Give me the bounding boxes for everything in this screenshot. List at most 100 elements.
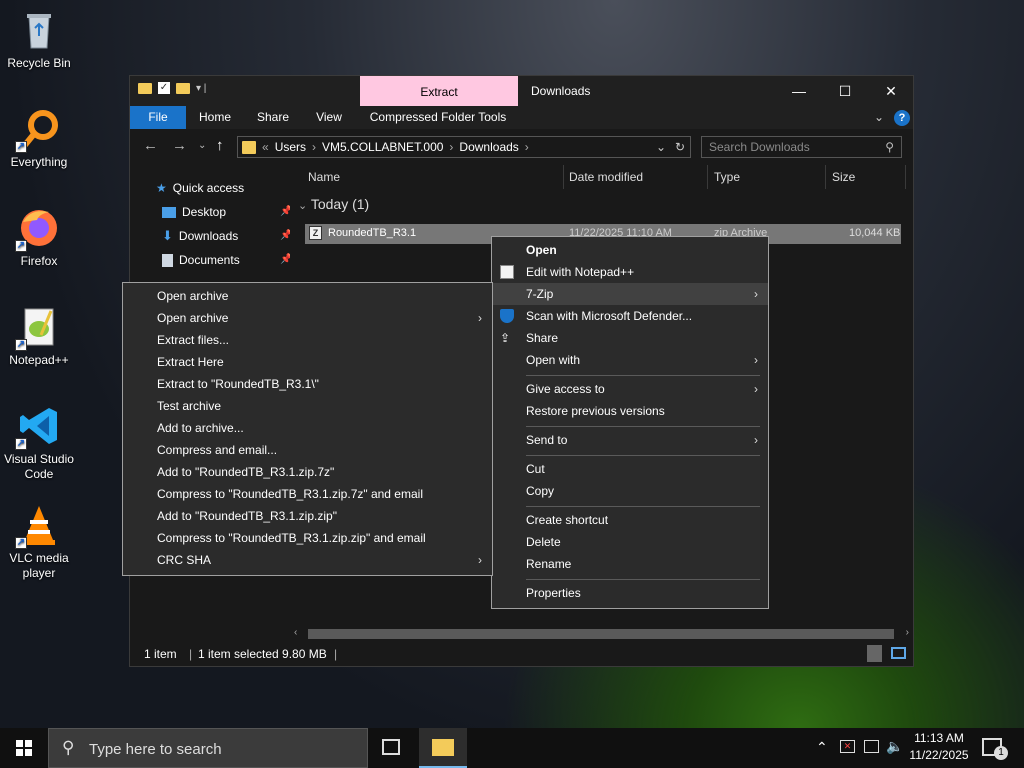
submenu-item-test-archive[interactable]: Test archive xyxy=(123,395,492,417)
breadcrumb-downloads[interactable]: Downloads xyxy=(459,140,518,154)
menu-item-7zip[interactable]: 7-Zip › xyxy=(492,283,768,305)
submenu-item-add-to-7z[interactable]: Add to "RoundedTB_R3.1.zip.7z" xyxy=(123,461,492,483)
menu-item-properties[interactable]: Properties xyxy=(492,582,768,604)
breadcrumb-separator-icon[interactable]: › xyxy=(449,140,453,154)
scroll-right-icon[interactable]: › xyxy=(906,627,909,638)
help-icon[interactable]: ? xyxy=(894,110,910,126)
expand-ribbon-chevron-icon[interactable]: ⌄ xyxy=(874,110,884,124)
menu-item-scan-defender[interactable]: Scan with Microsoft Defender... xyxy=(492,305,768,327)
nav-quick-access[interactable]: ★ Quick access xyxy=(156,178,244,198)
shortcut-arrow-icon: ↗ xyxy=(15,339,27,351)
network-icon[interactable] xyxy=(864,740,879,753)
new-folder-icon[interactable] xyxy=(176,82,190,94)
tab-share[interactable]: Share xyxy=(250,106,296,129)
submenu-item-add-to-archive[interactable]: Add to archive... xyxy=(123,417,492,439)
submenu-arrow-icon: › xyxy=(754,382,758,396)
menu-item-give-access[interactable]: Give access to › xyxy=(492,378,768,400)
menu-item-create-shortcut[interactable]: Create shortcut xyxy=(492,509,768,531)
breadcrumb-users[interactable]: Users xyxy=(275,140,306,154)
scrollbar-thumb[interactable] xyxy=(308,629,894,639)
column-type[interactable]: Type xyxy=(708,165,826,189)
refresh-icon[interactable]: ↻ xyxy=(675,140,685,154)
nav-downloads[interactable]: ⬇ Downloads 📌 xyxy=(162,226,292,246)
recent-locations-chevron-icon[interactable]: ⌄ xyxy=(198,140,206,151)
menu-item-cut[interactable]: Cut xyxy=(492,458,768,480)
vlc-icon: ↗ xyxy=(15,503,61,549)
desktop-icon-vscode[interactable]: ↗ Visual Studio Code xyxy=(0,404,78,482)
forward-arrow-icon[interactable]: → xyxy=(172,137,187,154)
taskbar-search-box[interactable]: ⚲ Type here to search xyxy=(48,728,368,768)
submenu-item-compress-zip-email[interactable]: Compress to "RoundedTB_R3.1.zip.zip" and… xyxy=(123,527,492,549)
desktop-icon-recycle-bin[interactable]: Recycle Bin xyxy=(0,8,78,71)
menu-item-label: Share xyxy=(526,331,559,345)
breadcrumb-separator-icon[interactable]: › xyxy=(525,140,529,154)
menu-item-edit-notepadpp[interactable]: Edit with Notepad++ xyxy=(492,261,768,283)
horizontal-scrollbar[interactable]: ‹ › xyxy=(290,627,913,641)
volume-muted-icon[interactable]: 🔈 xyxy=(886,738,903,755)
group-header-today[interactable]: ⌄ Today (1) xyxy=(298,196,369,212)
notifications-button[interactable]: 1 xyxy=(982,738,1008,760)
menu-item-send-to[interactable]: Send to › xyxy=(492,429,768,451)
desktop-icon-everything[interactable]: ↗ Everything xyxy=(0,107,78,170)
submenu-item-open-archive[interactable]: Open archive xyxy=(123,285,492,307)
submenu-item-compress-email[interactable]: Compress and email... xyxy=(123,439,492,461)
menu-item-label: Send to xyxy=(526,433,568,447)
qat-dropdown-icon[interactable]: ▾ | xyxy=(196,83,206,94)
close-icon[interactable]: ✕ xyxy=(868,76,914,106)
desktop-icon-vlc[interactable]: ↗ VLC media player xyxy=(0,503,78,581)
folder-icon[interactable] xyxy=(138,82,152,94)
submenu-item-open-archive-submenu[interactable]: Open archive › xyxy=(123,307,492,329)
menu-item-delete[interactable]: Delete xyxy=(492,531,768,553)
menu-item-restore-versions[interactable]: Restore previous versions xyxy=(492,400,768,422)
minimize-icon[interactable]: — xyxy=(776,76,822,106)
nav-desktop[interactable]: Desktop 📌 xyxy=(162,202,292,222)
nav-documents[interactable]: Documents 📌 xyxy=(162,250,292,270)
tab-home[interactable]: Home xyxy=(192,106,238,129)
breadcrumb-vm5[interactable]: VM5.COLLABNET.000 xyxy=(322,140,443,154)
submenu-item-extract-to-folder[interactable]: Extract to "RoundedTB_R3.1\" xyxy=(123,373,492,395)
title-bar[interactable]: ✓ ▾ | Extract Downloads — ☐ ✕ xyxy=(130,76,913,106)
show-hidden-icons-chevron-icon[interactable]: ⌃ xyxy=(816,739,828,756)
address-overflow[interactable]: « xyxy=(262,140,269,154)
desktop-icon-firefox[interactable]: ↗ Firefox xyxy=(0,206,78,269)
start-button[interactable] xyxy=(0,728,48,768)
menu-item-label: Extract to "RoundedTB_R3.1\" xyxy=(157,377,319,391)
collapse-chevron-icon[interactable]: ⌄ xyxy=(298,200,307,212)
submenu-item-add-to-zip[interactable]: Add to "RoundedTB_R3.1.zip.zip" xyxy=(123,505,492,527)
back-arrow-icon[interactable]: ← xyxy=(143,137,158,154)
submenu-item-extract-files[interactable]: Extract files... xyxy=(123,329,492,351)
submenu-item-compress-7z-email[interactable]: Compress to "RoundedTB_R3.1.zip.7z" and … xyxy=(123,483,492,505)
address-dropdown-icon[interactable]: ⌄ xyxy=(656,140,666,154)
tab-file[interactable]: File xyxy=(130,106,186,129)
menu-item-copy[interactable]: Copy xyxy=(492,480,768,502)
menu-item-rename[interactable]: Rename xyxy=(492,553,768,575)
scroll-left-icon[interactable]: ‹ xyxy=(294,627,297,638)
properties-check-icon[interactable]: ✓ xyxy=(158,82,170,94)
details-view-icon[interactable] xyxy=(867,645,882,662)
desktop-icon-notepadpp[interactable]: ↗ Notepad++ xyxy=(0,305,78,368)
extract-context-tab[interactable]: Extract xyxy=(360,76,518,106)
column-date-modified[interactable]: Date modified xyxy=(563,165,708,189)
address-bar[interactable]: « Users › VM5.COLLABNET.000 › Downloads … xyxy=(237,136,691,158)
submenu-item-crc-sha[interactable]: CRC SHA › xyxy=(123,549,492,571)
security-warning-icon[interactable]: ✕ xyxy=(840,740,855,753)
submenu-item-extract-here[interactable]: Extract Here xyxy=(123,351,492,373)
search-input[interactable]: Search Downloads ⚲ xyxy=(701,136,902,158)
column-name[interactable]: Name xyxy=(302,165,564,189)
menu-item-open-with[interactable]: Open with › xyxy=(492,349,768,371)
tab-view[interactable]: View xyxy=(306,106,352,129)
up-arrow-icon[interactable]: ↑ xyxy=(216,137,224,154)
large-icons-view-icon[interactable] xyxy=(891,647,906,659)
menu-item-open[interactable]: Open xyxy=(492,239,768,261)
tab-compressed-folder-tools[interactable]: Compressed Folder Tools xyxy=(366,106,510,129)
vscode-icon: ↗ xyxy=(15,404,61,450)
maximize-icon[interactable]: ☐ xyxy=(822,76,868,106)
clock[interactable]: 11:13 AM 11/22/2025 xyxy=(908,730,970,764)
taskbar-file-explorer[interactable] xyxy=(419,728,467,768)
shortcut-arrow-icon: ↗ xyxy=(15,240,27,252)
task-view-icon[interactable] xyxy=(382,739,400,755)
column-size[interactable]: Size xyxy=(826,165,906,189)
menu-item-share[interactable]: ⇪ Share xyxy=(492,327,768,349)
menu-item-label: Add to archive... xyxy=(157,421,244,435)
breadcrumb-separator-icon[interactable]: › xyxy=(312,140,316,154)
